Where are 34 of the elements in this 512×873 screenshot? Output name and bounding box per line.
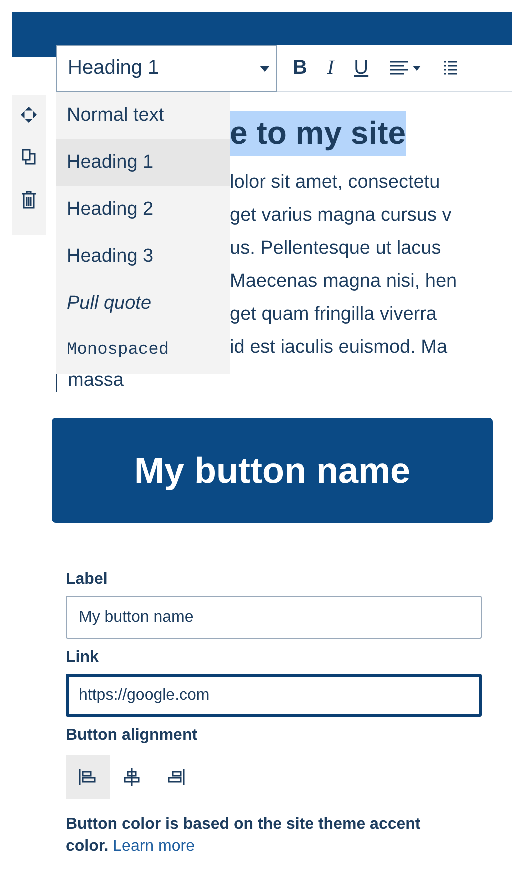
list-icon[interactable] — [442, 60, 457, 76]
menu-item[interactable]: Heading 2 — [56, 186, 230, 233]
editor-text-line: Maecenas magna nisi, hen — [230, 270, 458, 294]
editor-heading: e to my site — [230, 111, 406, 156]
editor-text-line: get varius magna cursus v — [230, 204, 453, 228]
text-input[interactable]: https://google.com — [66, 674, 482, 717]
move-icon[interactable] — [21, 107, 37, 123]
editor-text-line: lolor sit amet, consectetu — [230, 171, 442, 195]
text-input[interactable]: My button name — [66, 596, 482, 639]
menu-item[interactable]: Heading 3 — [56, 233, 230, 280]
align-dropdown-icon[interactable] — [388, 60, 423, 76]
learn-more-link[interactable]: Learn more — [113, 838, 195, 855]
align-right-icon — [166, 767, 186, 787]
field-label: Link — [66, 649, 100, 667]
alignment-button[interactable] — [66, 755, 110, 799]
delete-icon[interactable] — [21, 191, 37, 209]
editor-text-line: get quam fringilla viverra — [230, 303, 438, 327]
editor-text-line: id est iaculis euismod. Ma — [230, 336, 449, 360]
underline-button[interactable]: U — [354, 56, 369, 80]
editor-text-line: us. Pellentesque ut lacus — [230, 237, 442, 261]
italic-button[interactable]: I — [327, 56, 334, 80]
align-center-icon — [122, 767, 142, 787]
menu-item[interactable]: Heading 1 — [56, 139, 230, 186]
menu-item[interactable]: Normal text — [56, 92, 230, 139]
copy-icon[interactable] — [21, 149, 37, 165]
style-select[interactable]: Heading 1 — [56, 45, 277, 92]
preview-button[interactable]: My button name — [52, 418, 493, 523]
caret-icon — [260, 66, 270, 72]
field-label: Button alignment — [66, 727, 199, 745]
bold-button[interactable]: B — [293, 56, 308, 80]
menu-item[interactable]: Pull quote — [56, 280, 230, 327]
field-label: Label — [66, 571, 109, 589]
help-text: Button color is based on the site theme accent color. Learn more — [66, 815, 422, 857]
align-left-icon — [78, 767, 98, 787]
